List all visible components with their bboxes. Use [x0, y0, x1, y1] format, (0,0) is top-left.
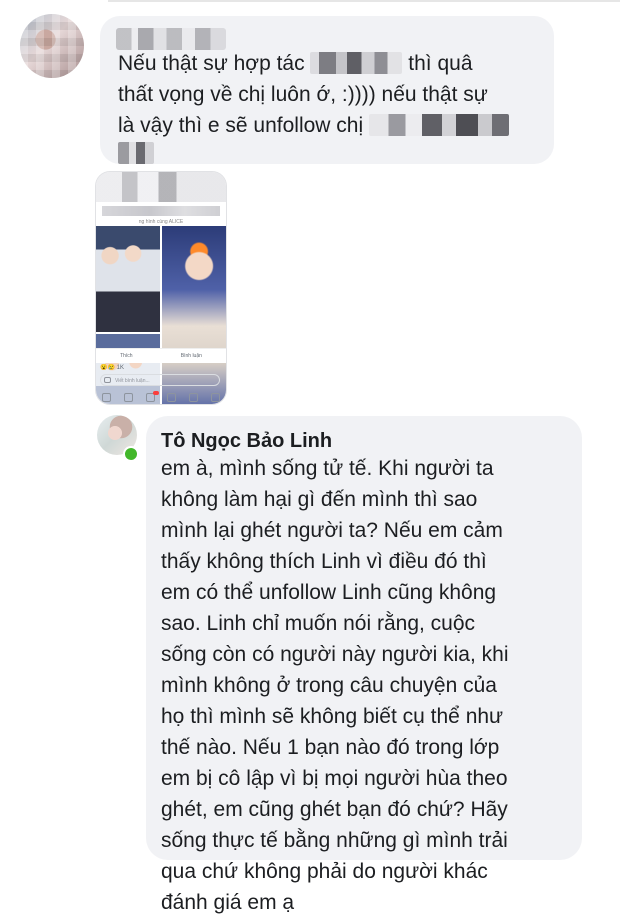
comment-line: họ thì mình sẽ không biết cụ thể như	[161, 705, 504, 728]
like-label: Thích	[120, 353, 133, 359]
comment-line: không làm hại gì đến mình thì sao	[161, 488, 478, 511]
comment-author-name[interactable]: Tô Ngọc Bảo Linh	[146, 428, 332, 454]
post-action-bar: Thích Bình luận	[96, 348, 226, 363]
comment-line: sống còn có người này người kia, khi	[161, 643, 509, 666]
comment-1-line-2: thất vọng về chị luôn ớ, :)))) nếu thật …	[118, 83, 488, 106]
redacted-text	[310, 52, 403, 74]
online-status-dot	[123, 446, 139, 462]
comment-line: thế nào. Nếu 1 bạn nào đó trong lớp	[161, 736, 500, 759]
comment-bubble-2: Tô Ngọc Bảo Linh em à, mình sống tử tế. …	[146, 416, 582, 914]
comment-line: mình lại ghét người ta? Nếu em cảm	[161, 519, 503, 542]
pages-tab-icon	[167, 392, 177, 402]
comment-line: em có thể unfollow Linh cũng không	[161, 581, 497, 604]
home-tab-icon	[102, 392, 112, 402]
write-comment-placeholder: Viết bình luận...	[115, 378, 150, 384]
camera-icon	[104, 377, 111, 383]
redacted-commenter-name[interactable]	[116, 28, 226, 50]
post-caption: ng hình cùng ALICE	[138, 219, 184, 225]
comment-2-text: em à, mình sống tử tế. Khi người ta khôn…	[161, 453, 576, 918]
comment-line: ghét, em cũng ghét bạn đó chứ? Hãy	[161, 798, 508, 821]
friends-tab-icon	[123, 392, 133, 402]
bell-tab-icon	[188, 392, 198, 402]
comment-1-line-3: là vậy thì e sẽ unfollow chị	[118, 114, 369, 137]
comment-line: em à, mình sống tử tế. Khi người ta	[161, 457, 494, 480]
comment-1-line-1b: thì quâ	[402, 52, 473, 75]
commenter-avatar[interactable]	[20, 14, 84, 78]
comment-label: Bình luận	[180, 353, 202, 359]
redacted-status-bar	[96, 172, 226, 202]
comment-line: thấy không thích Linh vì điều đó thì	[161, 550, 487, 573]
reaction-count: 😮😢 1K	[100, 365, 124, 371]
photo-group	[96, 226, 160, 332]
avatar-pixelation	[20, 14, 84, 78]
comment-line: sống thực tế bằng những gì mình trải	[161, 829, 508, 852]
attached-screenshot[interactable]: ng hình cùng ALICE Thích Bình luận 😮😢 1K…	[96, 172, 226, 404]
menu-tab-icon	[210, 392, 220, 402]
redacted-text	[118, 142, 154, 164]
write-comment-field: Viết bình luận...	[100, 374, 220, 386]
comment-line: sao. Linh chỉ muốn nói rằng, cuộc	[161, 612, 476, 635]
notifications-tab-icon	[145, 390, 159, 402]
comment-line: qua chứ không phải do người khác	[161, 860, 488, 883]
reaction-count-value: 1K	[116, 365, 124, 371]
divider	[108, 0, 620, 2]
comment-line: đánh giá em ạ	[161, 891, 295, 914]
redacted-text	[368, 114, 509, 136]
comment-line: mình không ở trong câu chuyện của	[161, 674, 497, 697]
bottom-tab-bar	[96, 390, 226, 404]
comment-line: em bị cô lập vì bị mọi người hùa theo	[161, 767, 508, 790]
redacted-post-header	[102, 206, 220, 216]
comment-1-text: Nếu thật sự hợp tác thì quâ thất vọng về…	[118, 48, 548, 141]
comment-bubble-1: Nếu thật sự hợp tác thì quâ thất vọng về…	[100, 16, 554, 164]
comment-1-line-1a: Nếu thật sự hợp tác	[118, 52, 311, 75]
